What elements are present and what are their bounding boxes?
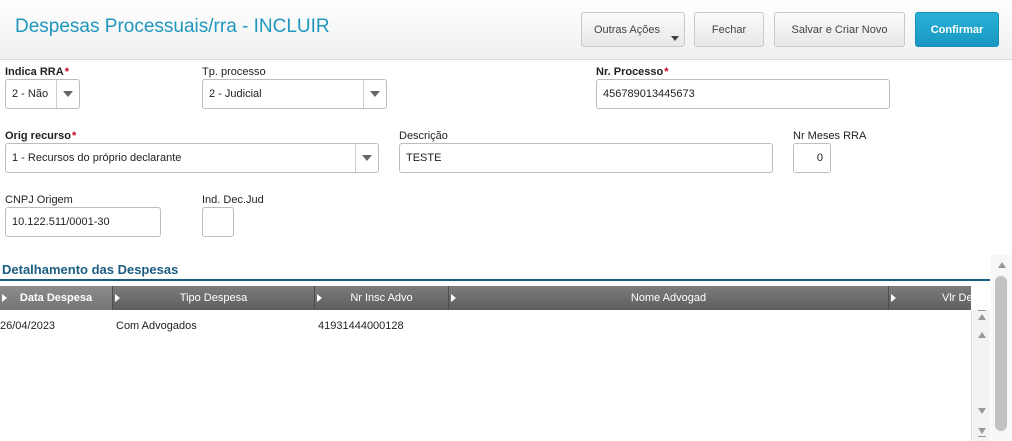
table-cell-tipo-despesa[interactable]: Com Advogados	[116, 320, 197, 332]
section-divider	[0, 279, 990, 281]
outras-acoes-label: Outras Ações	[593, 23, 661, 36]
orig-recurso-label: Orig recurso*	[5, 130, 77, 142]
nr-meses-rra-label: Nr Meses RRA	[793, 130, 867, 142]
nr-processo-label: Nr. Processo*	[596, 66, 669, 78]
indica-rra-select[interactable]: 2 - Não	[5, 79, 80, 109]
page-scrollbar[interactable]	[991, 255, 1012, 441]
salvar-criar-novo-button[interactable]: Salvar e Criar Novo	[774, 12, 905, 47]
grid-scrollbar[interactable]	[971, 310, 990, 441]
column-header-vlr-de[interactable]: Vlr De	[889, 286, 971, 310]
column-marker-icon	[115, 294, 120, 302]
scroll-up-icon[interactable]	[975, 328, 988, 341]
scroll-down-icon[interactable]	[975, 404, 988, 417]
table-cell-nr-insc-advo[interactable]: 41931444000128	[318, 320, 404, 332]
dropdown-arrow-icon[interactable]	[355, 144, 378, 172]
scroll-top-icon[interactable]	[975, 310, 988, 323]
column-marker-icon	[891, 294, 896, 302]
ind-dec-jud-label: Ind. Dec.Jud	[202, 194, 264, 206]
page-title: Despesas Processuais/rra - INCLUIR	[15, 16, 330, 37]
indica-rra-value: 2 - Não	[12, 88, 49, 100]
outras-acoes-button[interactable]: Outras Ações	[581, 12, 685, 47]
dropdown-arrow-icon[interactable]	[56, 80, 79, 108]
table-cell-data-despesa[interactable]: 26/04/2023	[0, 320, 55, 332]
column-marker-icon	[317, 294, 322, 302]
column-marker-icon	[2, 294, 7, 302]
descricao-input[interactable]: TESTE	[399, 143, 773, 173]
indica-rra-label: Indica RRA*	[5, 66, 69, 78]
scrollbar-thumb[interactable]	[995, 276, 1007, 431]
grid-header: Data Despesa Tipo Despesa Nr Insc Advo N…	[0, 286, 971, 310]
nr-meses-rra-input[interactable]: 0	[793, 143, 831, 173]
column-header-nr-insc-advo[interactable]: Nr Insc Advo	[315, 286, 449, 310]
tp-processo-value: 2 - Judicial	[209, 88, 262, 100]
dropdown-arrow-icon[interactable]	[363, 80, 386, 108]
column-header-nome-advogad[interactable]: Nome Advogad	[449, 286, 889, 310]
column-marker-icon	[451, 294, 456, 302]
scroll-bottom-icon[interactable]	[975, 424, 988, 437]
orig-recurso-select[interactable]: 1 - Recursos do próprio declarante	[5, 143, 379, 173]
column-header-tipo-despesa[interactable]: Tipo Despesa	[113, 286, 315, 310]
confirmar-button[interactable]: Confirmar	[915, 12, 999, 47]
descricao-label: Descrição	[399, 130, 448, 142]
orig-recurso-value: 1 - Recursos do próprio declarante	[12, 152, 182, 164]
ind-dec-jud-input[interactable]	[202, 207, 234, 237]
cnpj-origem-input[interactable]: 10.122.511/0001-30	[5, 207, 161, 237]
section-title: Detalhamento das Despesas	[2, 262, 179, 277]
page-header: Despesas Processuais/rra - INCLUIR Outra…	[0, 0, 1012, 60]
fechar-button[interactable]: Fechar	[694, 12, 764, 47]
tp-processo-label: Tp. processo	[202, 66, 266, 78]
nr-processo-input[interactable]: 456789013445673	[596, 79, 890, 109]
scroll-up-icon[interactable]	[995, 258, 1008, 271]
caret-down-icon	[671, 36, 679, 41]
column-header-data-despesa[interactable]: Data Despesa	[0, 286, 113, 310]
tp-processo-select[interactable]: 2 - Judicial	[202, 79, 387, 109]
cnpj-origem-label: CNPJ Origem	[5, 194, 73, 206]
